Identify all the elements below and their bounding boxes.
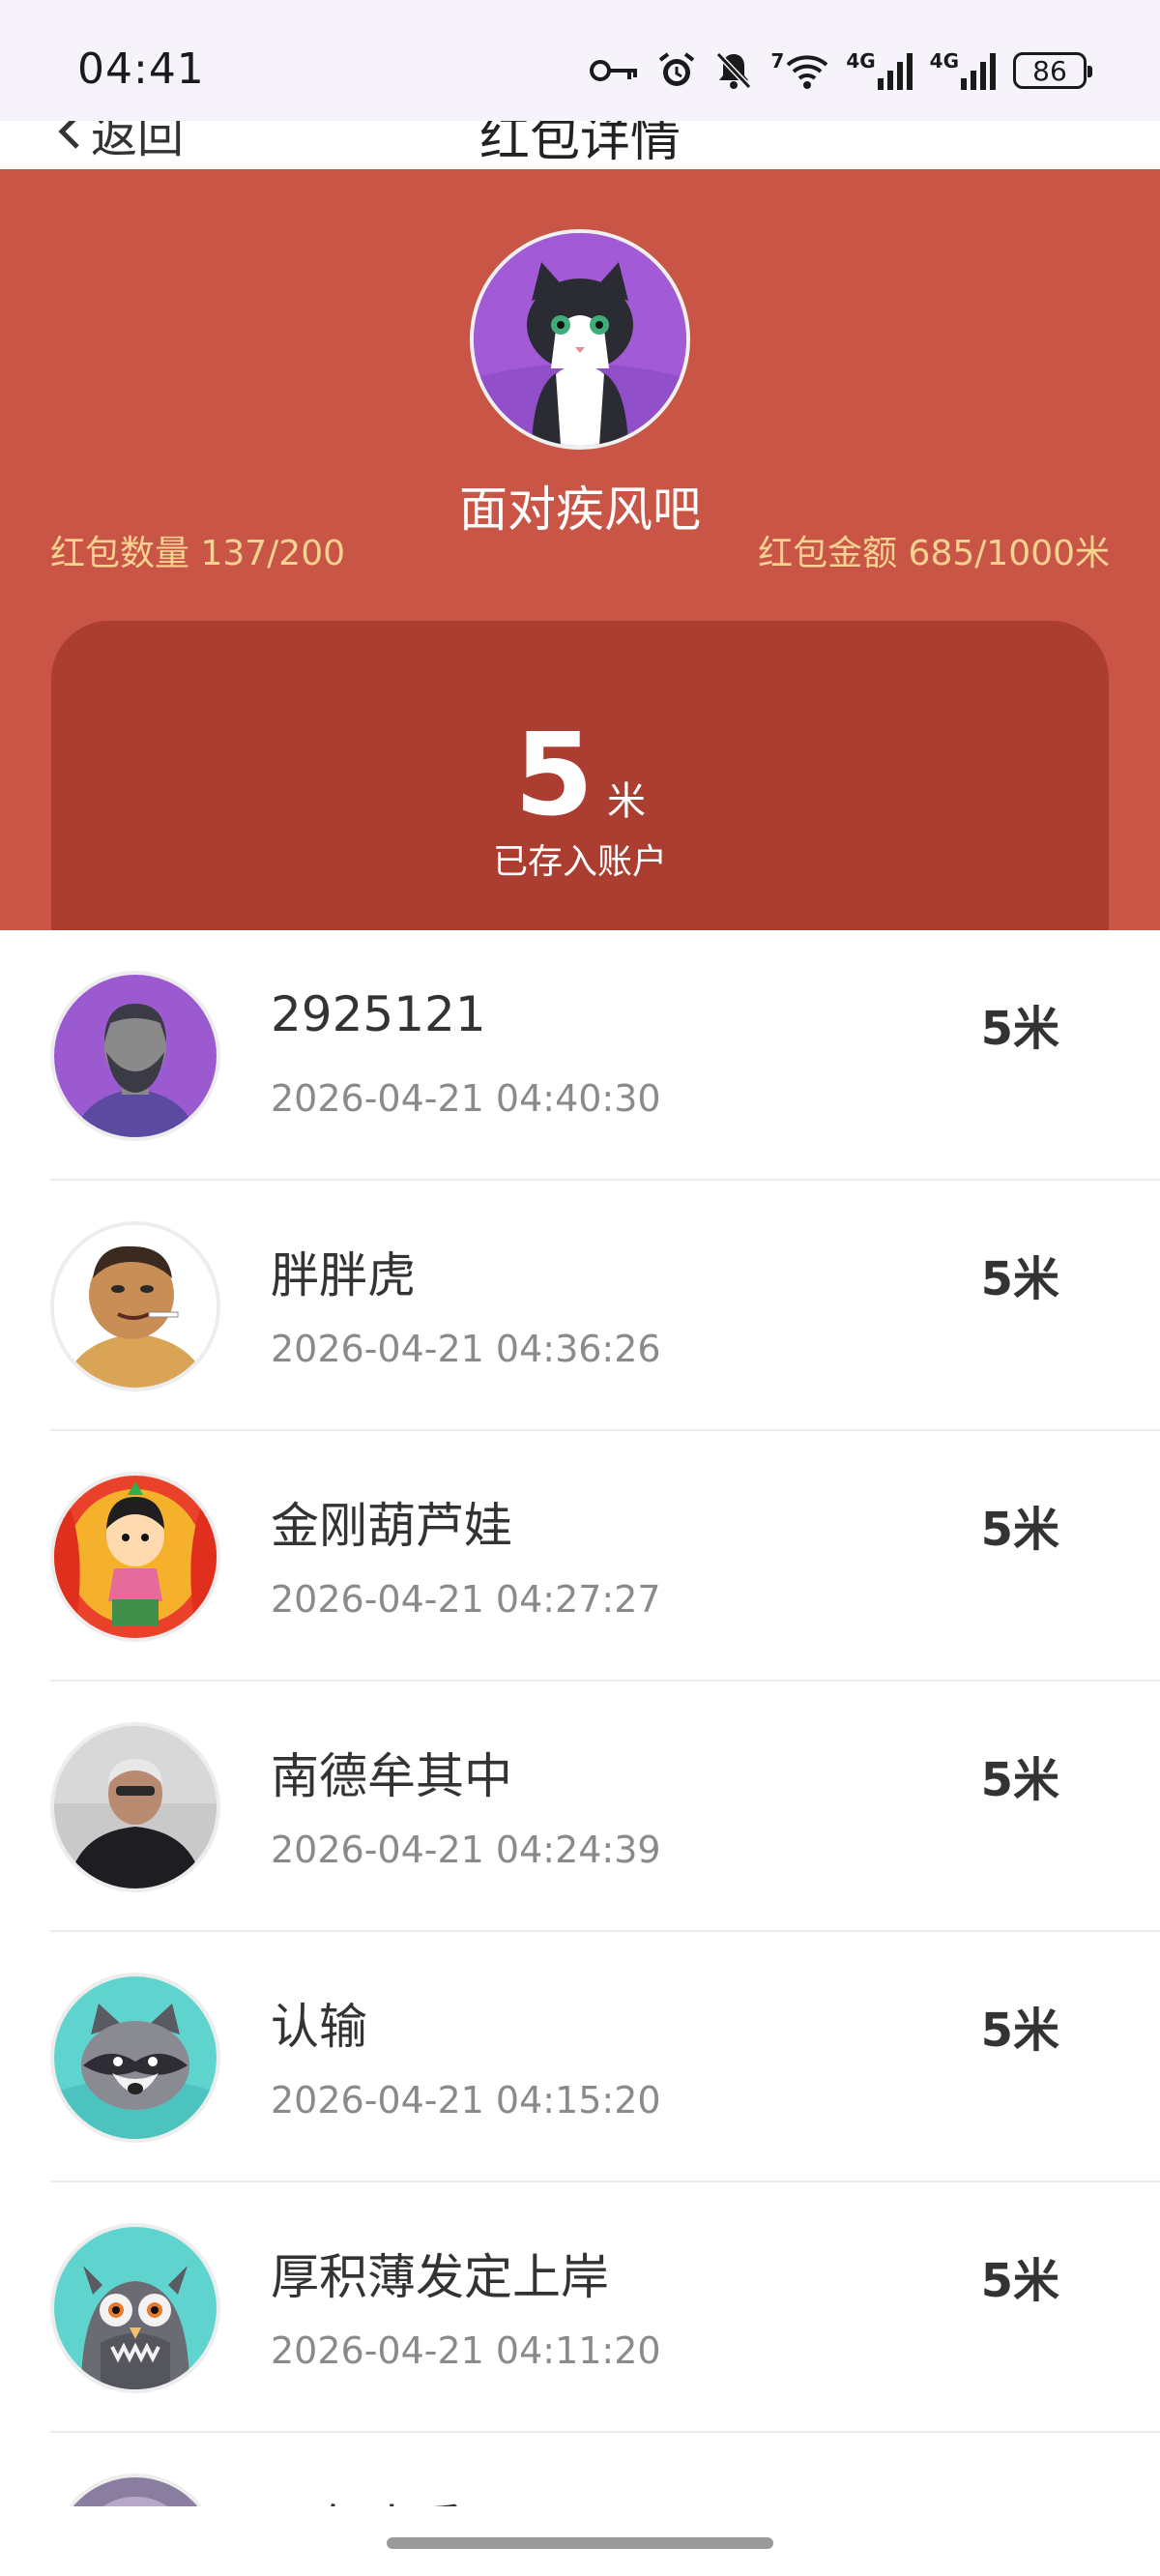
- record-list[interactable]: 2925121 2026-04-21 04:40:30 5米 胖胖虎 2026-…: [0, 930, 1160, 2506]
- row-amount: 5米: [980, 1753, 1059, 1807]
- row-name: 金刚葫芦娃: [271, 1498, 512, 1554]
- list-item[interactable]: 2925121 2026-04-21 04:40:30 5米: [0, 930, 1160, 1181]
- sender-avatar[interactable]: [470, 229, 690, 450]
- status-bar: 04:41 7 4G 4G 86: [0, 0, 1160, 121]
- signal-icon: 4G: [846, 49, 913, 90]
- avatar[interactable]: [50, 1722, 220, 1892]
- list-item[interactable]: 胖胖虎 2026-04-21 04:36:26 5米: [0, 1181, 1160, 1431]
- avatar[interactable]: [50, 1221, 220, 1391]
- row-time: 2026-04-21 04:11:20: [271, 2329, 661, 2372]
- row-name: 厚积薄发定上岸: [271, 2249, 609, 2305]
- list-item[interactable]: 南德牟其中 2026-04-21 04:24:39 5米: [0, 1682, 1160, 1932]
- avatar[interactable]: [50, 2223, 220, 2393]
- row-amount: 5米: [980, 2004, 1059, 2058]
- row-time: 2026-04-21 04:36:26: [271, 1328, 661, 1370]
- battery-icon: 86: [1013, 52, 1092, 89]
- row-name: 南德牟其中: [271, 1748, 512, 1804]
- avatar[interactable]: [50, 1973, 220, 2143]
- home-indicator[interactable]: [387, 2537, 773, 2549]
- row-name: 认输: [271, 1999, 367, 2055]
- packet-count: 红包数量 137/200: [50, 534, 345, 573]
- bearded-man-avatar-icon: [54, 975, 217, 1137]
- calabash-brother-avatar-icon: [54, 1476, 217, 1638]
- row-time: 2026-04-21 04:40:30: [271, 1077, 661, 1120]
- row-amount: 5米: [980, 1002, 1059, 1056]
- raccoon-avatar-icon: [54, 1976, 217, 2139]
- list-item[interactable]: 旺仔小乔 5米: [0, 2433, 1160, 2506]
- packet-amount: 红包金额 685/1000米: [758, 534, 1110, 573]
- signal-icon: 4G: [930, 49, 996, 90]
- status-icons: 7 4G 4G 86: [589, 46, 1092, 95]
- avatar[interactable]: [50, 971, 220, 1141]
- received-value: 5: [513, 708, 594, 841]
- wifi-icon: 7: [770, 49, 828, 90]
- page-title: 红包详情: [478, 121, 681, 168]
- row-name: 2925121: [271, 986, 486, 1042]
- row-time: 2026-04-21 04:24:39: [271, 1829, 661, 1871]
- cartoon-fat-man-avatar-icon: [54, 1225, 217, 1388]
- bell-muted-icon: [714, 50, 753, 91]
- red-packet-header: 面对疾风吧 红包数量 137/200 红包金额 685/1000米 5米 已存入…: [0, 169, 1160, 940]
- row-amount: 5米: [980, 1252, 1059, 1306]
- row-name: 胖胖虎: [271, 1247, 416, 1303]
- row-name: 旺仔小乔: [271, 2489, 464, 2506]
- row-amount: 5米: [980, 2254, 1059, 2308]
- nav-bar: 返回 红包详情: [0, 121, 1160, 169]
- list-item[interactable]: 金刚葫芦娃 2026-04-21 04:27:27 5米: [0, 1431, 1160, 1682]
- row-time: 2026-04-21 04:27:27: [271, 1578, 661, 1621]
- received-amount-card: 5米 已存入账户: [51, 621, 1109, 940]
- owl-avatar-icon: [54, 2227, 217, 2389]
- list-item[interactable]: 厚积薄发定上岸 2026-04-21 04:11:20 5米: [0, 2182, 1160, 2433]
- list-item[interactable]: 认输 2026-04-21 04:15:20 5米: [0, 1932, 1160, 2182]
- cat-avatar-icon: [474, 233, 686, 446]
- received-note: 已存入账户: [492, 842, 667, 882]
- photo-man-avatar-icon: [54, 1726, 217, 1888]
- status-time: 04:41: [77, 44, 205, 94]
- partial-avatar-icon: [54, 2477, 217, 2506]
- key-icon: [589, 56, 639, 85]
- row-amount: 5米: [981, 2493, 1059, 2506]
- avatar[interactable]: [50, 1472, 220, 1642]
- alarm-icon: [656, 50, 697, 91]
- received-unit: 米: [607, 779, 647, 824]
- row-time: 2026-04-21 04:15:20: [271, 2079, 661, 2122]
- row-amount: 5米: [980, 1503, 1059, 1557]
- avatar[interactable]: [50, 2474, 220, 2506]
